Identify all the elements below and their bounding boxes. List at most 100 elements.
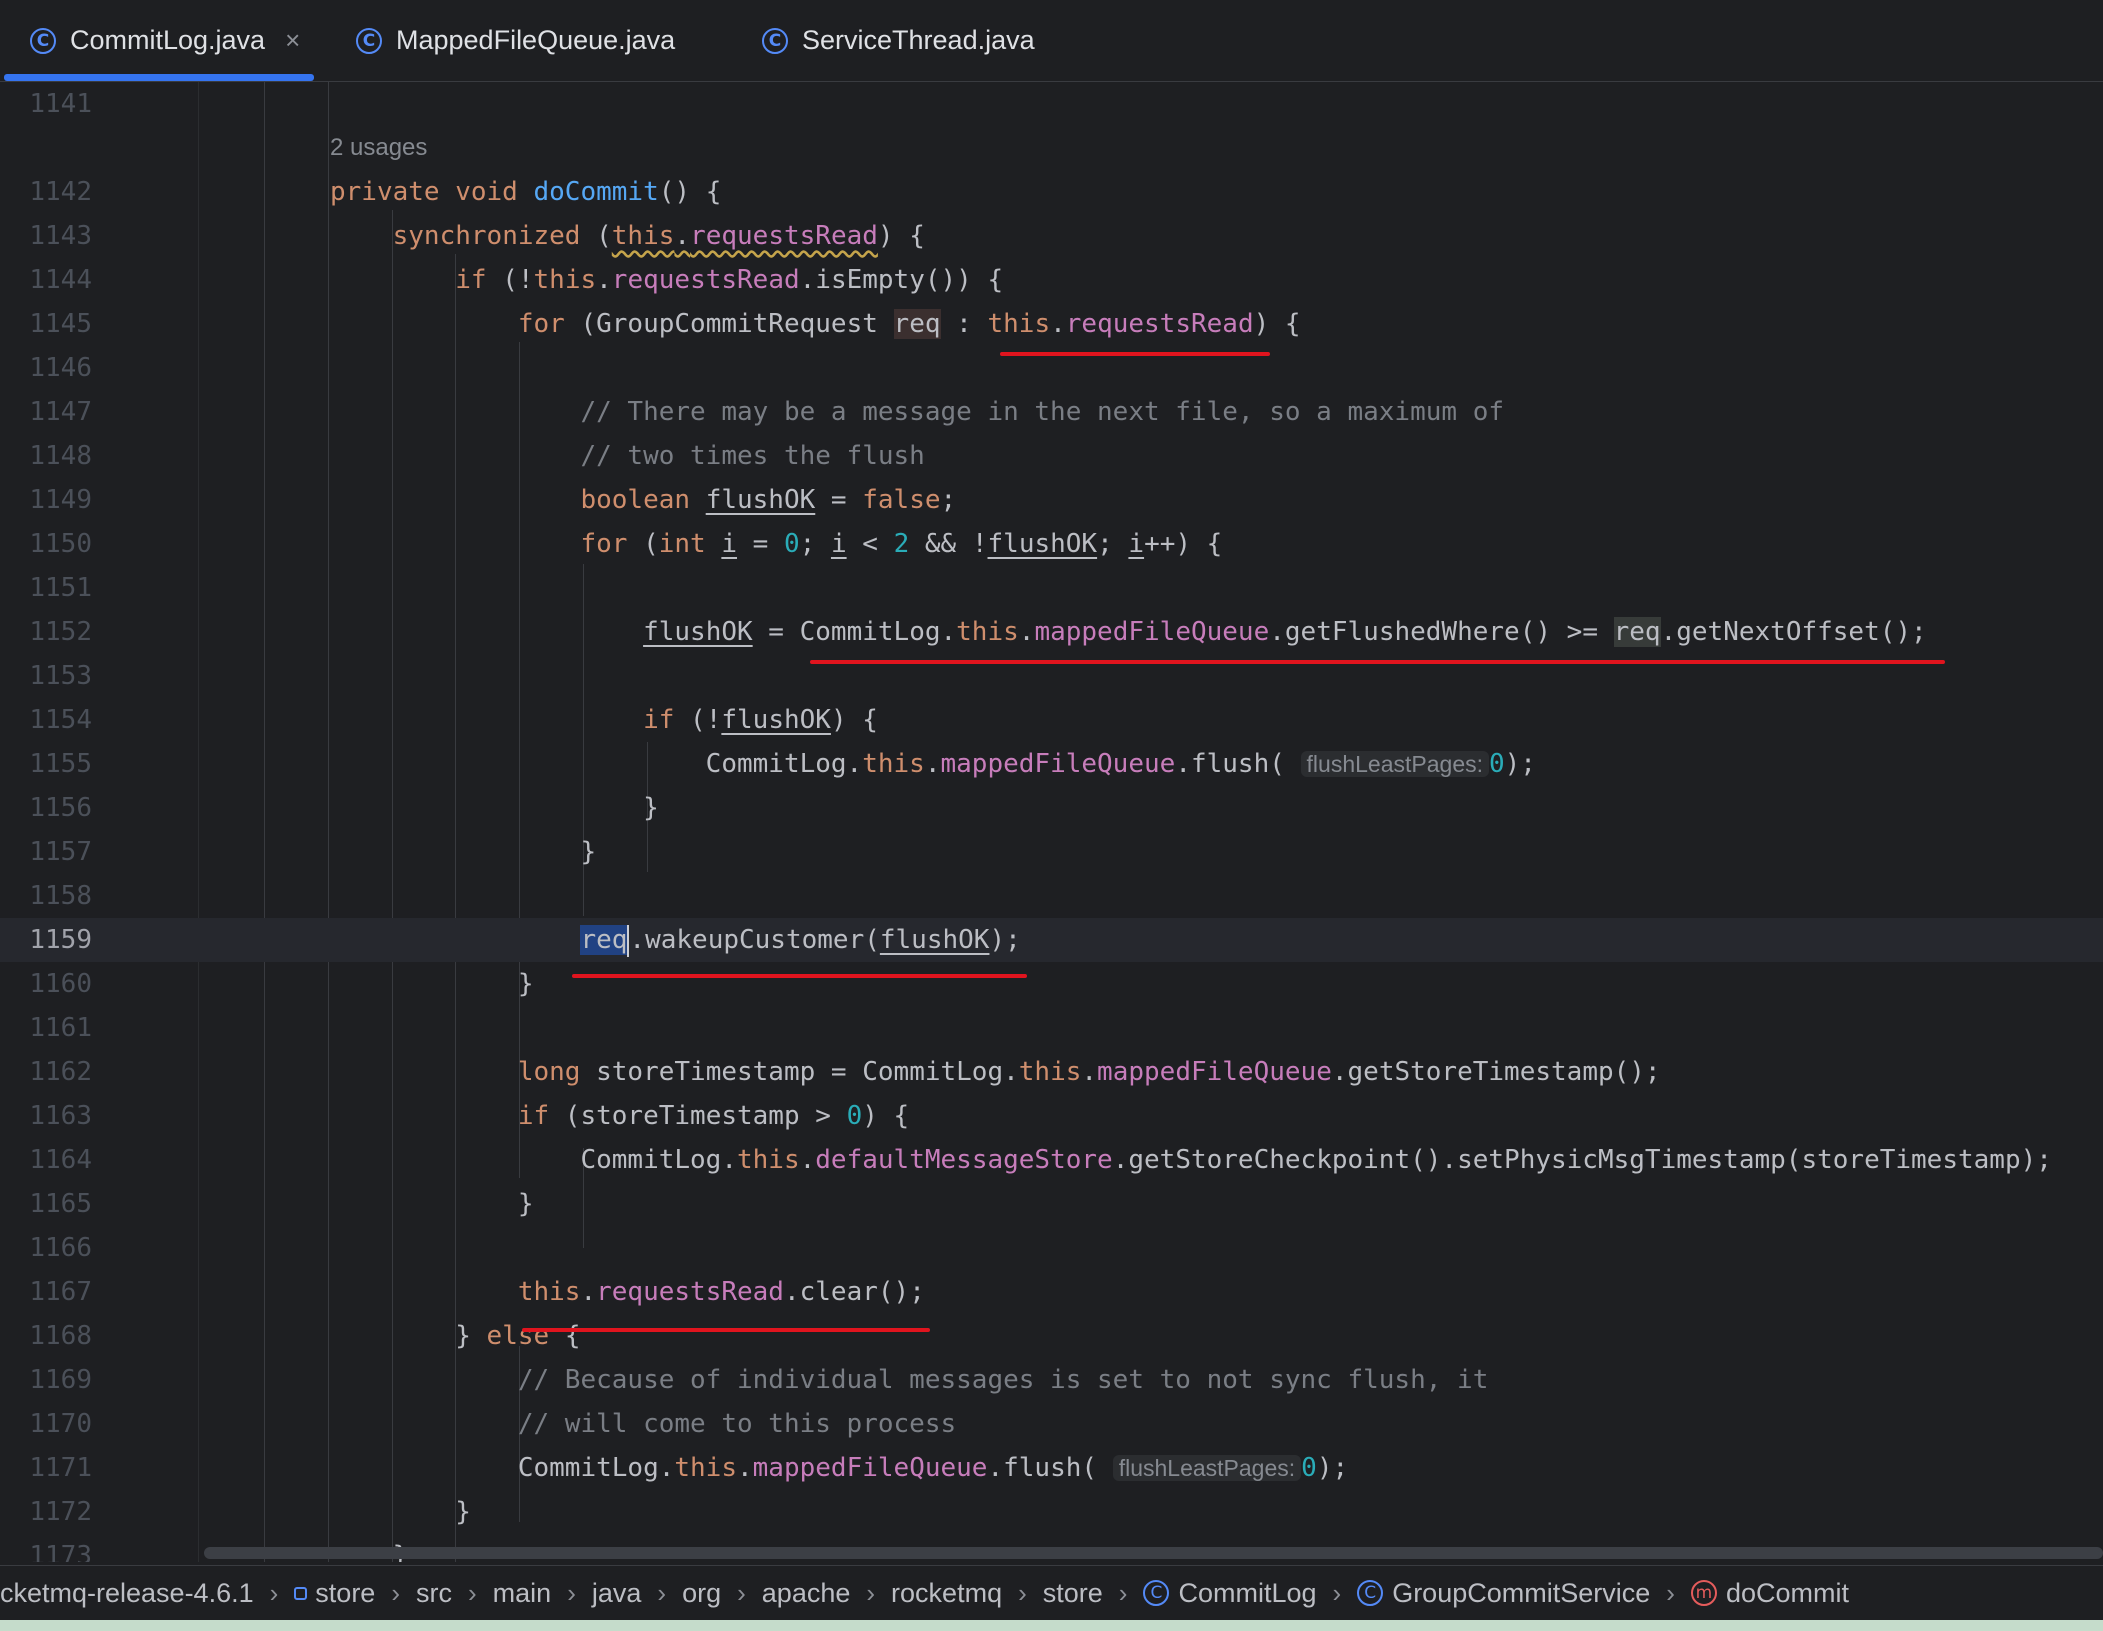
line-number: 1151 <box>29 573 92 603</box>
breadcrumb-item[interactable]: cketmq-release-4.6.1 <box>0 1578 254 1609</box>
code-line: 1161 <box>0 1006 2103 1050</box>
code-line: 1166 <box>0 1226 2103 1270</box>
code-line: 1170 // will come to this process <box>0 1402 2103 1446</box>
code-comment: // There may be a message in the next fi… <box>330 397 1504 427</box>
breadcrumb-item[interactable]: main <box>493 1578 552 1609</box>
code-line: 1142 private void doCommit() { <box>0 170 2103 214</box>
class-icon: C <box>356 27 382 54</box>
red-annotation-underline <box>522 1328 930 1332</box>
chevron-right-icon: › <box>567 1577 576 1608</box>
code-comment: // Because of individual messages is set… <box>330 1365 1489 1395</box>
chevron-right-icon: › <box>657 1577 667 1608</box>
current-code-line: 1159 req.wakeupCustomer(flushOK); <box>0 918 2103 962</box>
chevron-right-icon: › <box>737 1577 746 1608</box>
code-line: 1145 for (GroupCommitRequest req : this.… <box>0 302 2103 346</box>
chevron-right-icon: › <box>1332 1577 1342 1608</box>
code-line: 1164 CommitLog.this.defaultMessageStore.… <box>0 1138 2103 1182</box>
code-line: 1158 <box>0 874 2103 918</box>
code-text: synchronized (this.requestsRead) { <box>392 221 925 251</box>
code-line: 1169 // Because of individual messages i… <box>0 1358 2103 1402</box>
parameter-hint: flushLeastPages: <box>1300 751 1489 777</box>
breadcrumb-item[interactable]: store <box>1043 1578 1103 1609</box>
breadcrumb-item[interactable]: C GroupCommitService <box>1357 1578 1650 1609</box>
code-text: for (int i = 0; i < 2 && !flushOK; i++) … <box>580 529 1223 559</box>
line-number: 1171 <box>29 1453 92 1483</box>
module-icon <box>294 1586 308 1600</box>
method-icon: m <box>1690 1580 1717 1606</box>
tab-commitlog-java[interactable]: C CommitLog.java × <box>3 0 315 81</box>
chevron-right-icon: › <box>1118 1577 1128 1608</box>
breadcrumb-item[interactable]: org <box>682 1578 721 1609</box>
line-number: 1146 <box>29 353 92 383</box>
status-bar-strip <box>0 1620 2103 1631</box>
code-text: CommitLog.this.mappedFileQueue.flush( fl… <box>330 1453 1349 1483</box>
line-number: 1154 <box>29 705 92 735</box>
code-editor[interactable]: 1141 2 usages 1142 private void doCommit(… <box>0 82 2103 1562</box>
class-icon: C <box>1143 1580 1170 1606</box>
code-line: 1150 for (int i = 0; i < 2 && !flushOK; … <box>0 522 2103 566</box>
line-number: 1150 <box>29 529 92 559</box>
line-number: 1153 <box>29 661 92 691</box>
line-number: 1173 <box>29 1541 92 1562</box>
line-number: 1161 <box>29 1013 92 1043</box>
line-number: 1160 <box>29 969 92 999</box>
code-text: flushOK = CommitLog.this.mappedFileQueue… <box>643 617 1927 647</box>
breadcrumb-item[interactable]: src <box>416 1578 452 1609</box>
code-text: } <box>330 1497 471 1527</box>
text-caret <box>627 924 630 957</box>
code-text: boolean flushOK = false; <box>580 485 957 515</box>
chevron-right-icon: › <box>468 1577 477 1608</box>
close-icon[interactable]: × <box>285 25 300 56</box>
line-number: 1164 <box>29 1145 92 1175</box>
red-annotation-underline <box>572 974 1027 978</box>
line-number: 1163 <box>29 1101 92 1131</box>
code-text: for (GroupCommitRequest req : this.reque… <box>517 309 1301 339</box>
tab-mappedfilequeue-java[interactable]: C MappedFileQueue.java <box>356 0 675 81</box>
line-number: 1147 <box>29 397 92 427</box>
red-annotation-underline <box>1000 352 1270 356</box>
breadcrumb-item[interactable]: java <box>592 1578 642 1609</box>
code-line: 1167 this.requestsRead.clear(); <box>0 1270 2103 1314</box>
tab-label: MappedFileQueue.java <box>396 25 676 55</box>
code-text: this.requestsRead.clear(); <box>517 1277 925 1307</box>
code-line: 1157 } <box>0 830 2103 874</box>
line-number: 1162 <box>29 1057 92 1087</box>
code-line: 1162 long storeTimestamp = CommitLog.thi… <box>0 1050 2103 1094</box>
code-line: 1165 } <box>0 1182 2103 1226</box>
line-number: 1149 <box>29 485 92 515</box>
breadcrumb-item[interactable]: rocketmq <box>891 1578 1002 1609</box>
code-text: } <box>330 837 597 867</box>
line-number: 1165 <box>29 1189 92 1219</box>
line-number: 1157 <box>29 837 92 867</box>
breadcrumb-item[interactable]: apache <box>762 1578 851 1609</box>
line-number: 1141 <box>29 89 92 119</box>
code-line: 1149 boolean flushOK = false; <box>0 478 2103 522</box>
line-number: 1145 <box>29 309 92 339</box>
chevron-right-icon: › <box>269 1577 279 1608</box>
line-number: 1152 <box>29 617 92 647</box>
breadcrumb-item[interactable]: C CommitLog <box>1143 1578 1317 1609</box>
code-comment: // will come to this process <box>330 1409 957 1439</box>
breadcrumb-item[interactable]: m doCommit <box>1690 1578 1849 1609</box>
tab-servicethread-java[interactable]: C ServiceThread.java <box>762 0 1035 81</box>
line-number: 1159 <box>29 925 92 955</box>
line-number: 1169 <box>29 1365 92 1395</box>
code-line: 1160 } <box>0 962 2103 1006</box>
editor-tab-bar: C CommitLog.java × C MappedFileQueue.jav… <box>0 0 2103 82</box>
line-number: 1143 <box>29 221 92 251</box>
code-line: 1143 synchronized (this.requestsRead) { <box>0 214 2103 258</box>
parameter-hint: flushLeastPages: <box>1112 1455 1302 1481</box>
horizontal-scrollbar[interactable] <box>204 1547 2103 1559</box>
line-number: 1167 <box>29 1277 92 1307</box>
chevron-right-icon: › <box>1666 1577 1675 1608</box>
breadcrumb: cketmq-release-4.6.1 › store › src › main › … <box>0 1565 2103 1620</box>
code-line: 1144 if (!this.requestsRead.isEmpty()) { <box>0 258 2103 302</box>
breadcrumb-item[interactable]: store <box>294 1578 375 1609</box>
code-line: 1155 CommitLog.this.mappedFileQueue.flus… <box>0 742 2103 786</box>
line-number: 1155 <box>29 749 92 779</box>
line-number: 1156 <box>29 793 92 823</box>
red-annotation-underline <box>810 660 1945 664</box>
code-text: CommitLog.this.defaultMessageStore.getSt… <box>330 1145 2052 1175</box>
class-icon: C <box>762 27 788 54</box>
usages-hint[interactable]: 2 usages <box>330 126 427 170</box>
